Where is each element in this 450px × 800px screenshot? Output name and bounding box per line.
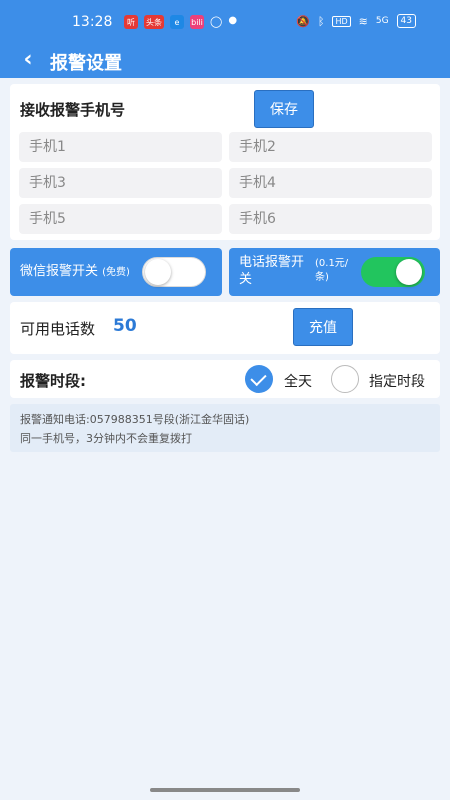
wechat-alarm-text: 微信报警开关 bbox=[20, 264, 99, 279]
status-time: 13:28 bbox=[72, 14, 113, 30]
browser-app-icon: e bbox=[170, 15, 184, 29]
wifi-icon: ≋ bbox=[358, 14, 368, 28]
phone-input-4[interactable]: 手机4 bbox=[229, 168, 432, 198]
app-bar: ‹ 报警设置 bbox=[0, 44, 450, 78]
mute-icon: 🔕 bbox=[296, 14, 310, 28]
all-day-radio[interactable] bbox=[245, 365, 273, 393]
notification-icons: 听 头条 e bili ◯ ● bbox=[124, 15, 237, 29]
notice-line-2: 同一手机号，3分钟内不会重复拨打 bbox=[20, 432, 192, 445]
wechat-alarm-note: (免费) bbox=[102, 267, 130, 278]
wechat-alarm-card: 微信报警开关 (免费) bbox=[10, 248, 222, 296]
credit-value: 50 bbox=[113, 316, 137, 336]
alarm-period-card: 报警时段: 全天 指定时段 bbox=[10, 360, 440, 398]
page-title: 报警设置 bbox=[50, 53, 122, 74]
phone-alarm-toggle[interactable] bbox=[361, 257, 425, 287]
phone-section-title: 接收报警手机号 bbox=[20, 101, 126, 119]
notice-box: 报警通知电话:057988351号段(浙江金华固话) 同一手机号，3分钟内不会重… bbox=[10, 404, 440, 452]
signal-icon: 5G bbox=[375, 16, 389, 26]
cloud-icon: ◯ bbox=[210, 15, 223, 28]
custom-period-radio[interactable] bbox=[331, 365, 359, 393]
phone-input-1[interactable]: 手机1 bbox=[19, 132, 222, 162]
phone-input-6[interactable]: 手机6 bbox=[229, 204, 432, 234]
status-bar: 13:28 听 头条 e bili ◯ ● 🔕 ᛒ HD ≋ 5G 43 bbox=[0, 0, 450, 44]
phone-input-2[interactable]: 手机2 bbox=[229, 132, 432, 162]
listen-app-icon: 听 bbox=[124, 15, 138, 29]
phone-alarm-label: 电话报警开关 bbox=[239, 255, 305, 287]
wechat-alarm-toggle[interactable] bbox=[142, 257, 206, 287]
call-credit-card: 可用电话数 50 充值 bbox=[10, 302, 440, 354]
toutiao-app-icon: 头条 bbox=[144, 15, 164, 29]
phone-alarm-card: 电话报警开关 (0.1元/条) bbox=[229, 248, 440, 296]
period-label: 报警时段: bbox=[20, 372, 86, 390]
wechat-alarm-label: 微信报警开关 (免费) bbox=[20, 263, 130, 281]
toggle-knob bbox=[396, 259, 422, 285]
phone-input-5[interactable]: 手机5 bbox=[19, 204, 222, 234]
phone-input-3[interactable]: 手机3 bbox=[19, 168, 222, 198]
back-button[interactable]: ‹ bbox=[16, 48, 40, 74]
notice-line-1: 报警通知电话:057988351号段(浙江金华固话) bbox=[20, 413, 250, 426]
hd-icon: HD bbox=[332, 15, 351, 27]
toggle-knob bbox=[145, 259, 171, 285]
battery-icon: 43 bbox=[396, 14, 416, 28]
home-indicator[interactable] bbox=[150, 788, 300, 792]
credit-label: 可用电话数 bbox=[20, 320, 96, 338]
phone-alarm-note: (0.1元/条) bbox=[315, 258, 349, 283]
recharge-button[interactable]: 充值 bbox=[293, 308, 353, 346]
all-day-label[interactable]: 全天 bbox=[284, 371, 312, 391]
bluetooth-icon: ᛒ bbox=[317, 14, 325, 28]
phone-numbers-card: 接收报警手机号 保存 手机1 手机2 手机3 手机4 手机5 手机6 bbox=[10, 84, 440, 240]
system-icons: 🔕 ᛒ HD ≋ 5G 43 bbox=[296, 14, 416, 28]
video-app-icon: bili bbox=[190, 15, 204, 29]
custom-period-label[interactable]: 指定时段 bbox=[369, 371, 425, 391]
save-button[interactable]: 保存 bbox=[254, 90, 314, 128]
dot-icon: ● bbox=[228, 15, 238, 26]
